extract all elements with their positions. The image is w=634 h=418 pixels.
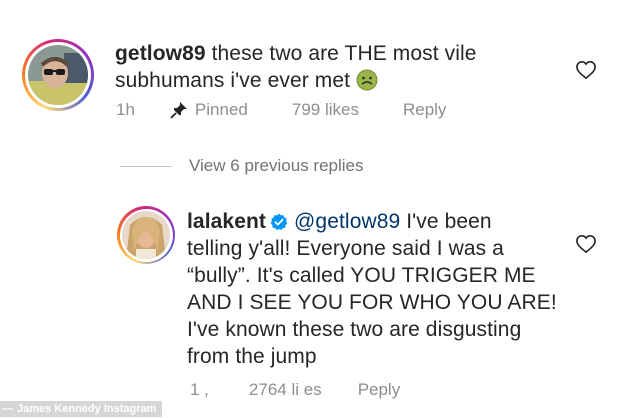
comment-2-likes[interactable]: 2764 li es: [249, 380, 322, 400]
comment-2-line3: “bully”. It's called YOU TRIGGER ME: [187, 264, 536, 287]
comment-2-line1-rest: I've been: [406, 210, 492, 233]
verified-badge-icon: [270, 213, 288, 230]
avatar-image: [122, 211, 170, 259]
comment-1-body: getlow89 these two are THE most vile sub…: [115, 40, 477, 94]
comment-1-meta: 1h Pinned 799 likes Reply: [116, 100, 446, 120]
comment-1-likes[interactable]: 799 likes: [292, 100, 359, 120]
comment-2-body: lalakent @getlow89 I've been telling y'a…: [187, 208, 557, 370]
photo-credit-text: James Kennedy Instagram: [17, 403, 157, 415]
comment-1-username[interactable]: getlow89: [115, 42, 206, 65]
comment-1-text-line2: subhumans i've ever met: [115, 69, 351, 92]
comment-2-username[interactable]: lalakent: [187, 210, 266, 233]
comment-2-meta: 1 , 2764 li es Peply: [190, 380, 400, 400]
replies-divider: [120, 166, 172, 167]
pin-icon: [170, 102, 187, 119]
pinned-indicator: Pinned: [170, 100, 248, 120]
comment-2-reply-button[interactable]: Peply: [358, 380, 401, 400]
avatar-image: [28, 45, 88, 105]
comment-2-line2: telling y'all! Everyone said I was a: [187, 237, 504, 260]
comment-2-time: 1 ,: [190, 380, 209, 399]
like-heart-icon[interactable]: [575, 60, 597, 80]
comment-2-line4: AND I SEE YOU FOR WHO YOU ARE!: [187, 291, 557, 314]
comment-1-time: 1h: [116, 100, 135, 119]
photo-credit: — James Kennedy Instagram: [0, 401, 163, 417]
comment-1-text-line1: these two are THE most vile: [211, 42, 477, 65]
pinned-label: Pinned: [194, 100, 248, 119]
comment-1-reply-button[interactable]: Reply: [403, 100, 446, 120]
nauseated-face-icon: [356, 69, 378, 91]
avatar-getlow89[interactable]: [22, 39, 94, 111]
view-previous-replies-button[interactable]: View 6 previous replies: [189, 156, 364, 176]
avatar-lalakent[interactable]: [117, 206, 175, 264]
nauseated-face-emoji: [356, 69, 378, 92]
like-heart-icon[interactable]: [575, 234, 597, 254]
comment-2-line6: from the jump: [187, 345, 317, 368]
comment-2-line5: I've known these two are disgusting: [187, 318, 522, 341]
mention-getlow89[interactable]: @getlow89: [294, 210, 400, 233]
credit-dash-icon: —: [2, 403, 13, 415]
